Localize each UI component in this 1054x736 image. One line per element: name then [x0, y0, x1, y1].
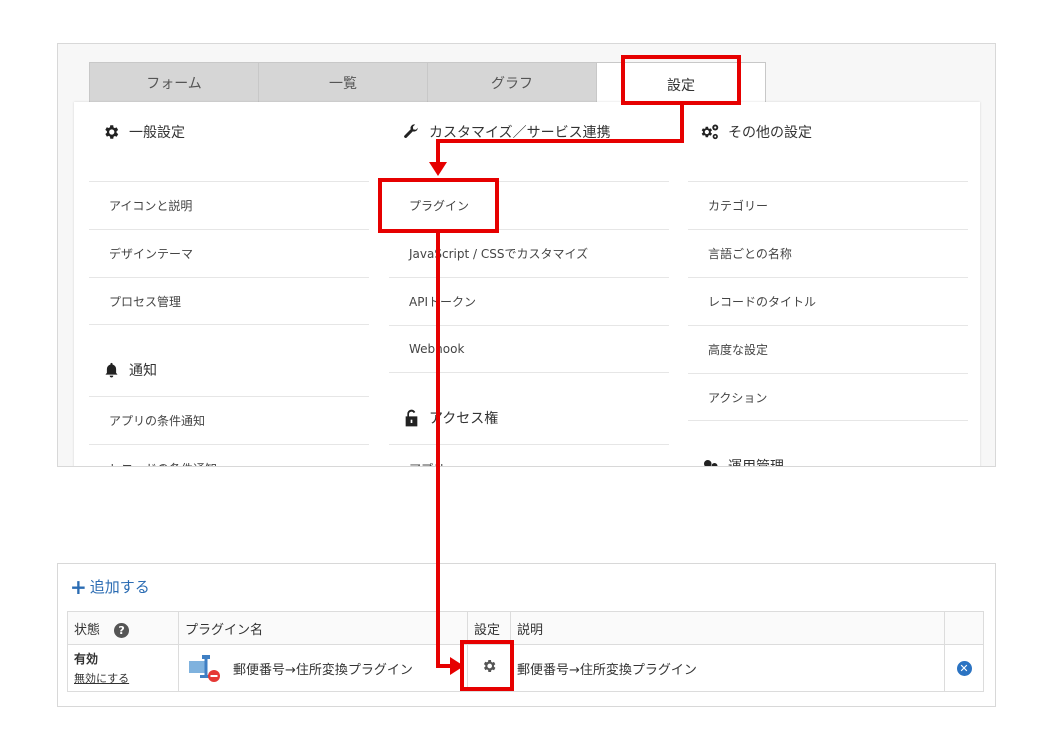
plugin-name-cell: 郵便番号→住所変換プラグイン — [178, 644, 468, 692]
help-icon[interactable]: ? — [114, 622, 130, 638]
plugin-table-header: 状態? プラグイン名 設定 説明 — [67, 611, 984, 645]
add-plugin-link[interactable]: + 追加する — [70, 576, 150, 597]
menu-js-css-customize[interactable]: JavaScript / CSSでカスタマイズ — [389, 229, 669, 277]
bell-icon — [101, 360, 121, 380]
header-plugin-name: プラグイン名 — [178, 611, 468, 645]
annotation-arrowhead-1 — [429, 162, 447, 176]
menu-advanced-settings[interactable]: 高度な設定 — [688, 325, 968, 373]
section-notify-label: 通知 — [129, 363, 157, 379]
disable-plugin-link[interactable]: 無効にする — [74, 670, 172, 686]
remove-plugin-icon[interactable]: ✕ — [956, 660, 972, 676]
section-customize-title: カスタマイズ／サービス連携 — [401, 109, 611, 155]
gear-icon — [101, 122, 121, 142]
plugin-icon — [189, 653, 223, 683]
header-description: 説明 — [510, 611, 945, 645]
menu-access-app[interactable]: アプリ — [389, 444, 669, 466]
annotation-line-1 — [680, 105, 684, 143]
wrench-icon — [401, 122, 421, 142]
plugin-name: 郵便番号→住所変換プラグイン — [233, 662, 413, 678]
section-notify-title: 通知 — [101, 347, 157, 393]
menu-process-management[interactable]: プロセス管理 — [89, 277, 369, 325]
menu-language-names[interactable]: 言語ごとの名称 — [688, 229, 968, 277]
add-plugin-label: 追加する — [89, 578, 150, 596]
plugin-remove-cell: ✕ — [944, 644, 984, 692]
header-status-label: 状態 — [74, 622, 101, 638]
highlight-settings-tab — [621, 55, 741, 105]
gears-icon — [700, 122, 720, 142]
section-other-label: その他の設定 — [728, 125, 812, 141]
section-access-title: アクセス権 — [401, 395, 498, 441]
section-general-title: 一般設定 — [101, 109, 185, 155]
annotation-line-2 — [436, 139, 684, 143]
ops-icon — [700, 456, 720, 466]
menu-webhook[interactable]: Webhook — [389, 325, 669, 373]
menu-api-token[interactable]: APIトークン — [389, 277, 669, 325]
menu-design-theme[interactable]: デザインテーマ — [89, 229, 369, 277]
plugin-description-cell: 郵便番号→住所変換プラグイン — [510, 644, 945, 692]
menu-record-title[interactable]: レコードのタイトル — [688, 277, 968, 325]
menu-icon-description[interactable]: アイコンと説明 — [89, 181, 369, 229]
tab-graph[interactable]: グラフ — [427, 62, 597, 104]
plus-icon: + — [70, 574, 87, 599]
table-row: 有効 無効にする 郵便番号→住所変換プラグイン 郵便番号→住所変換プラグイン ✕ — [67, 644, 984, 692]
settings-card: 一般設定 アイコンと説明 デザインテーマ プロセス管理 通知 アプリの条件通知 … — [74, 102, 980, 467]
header-status: 状態? — [67, 611, 179, 645]
section-ops-label: 運用管理 — [728, 459, 784, 467]
tab-form[interactable]: フォーム — [89, 62, 259, 104]
section-general-label: 一般設定 — [129, 125, 185, 141]
plugin-table: 状態? プラグイン名 設定 説明 有効 無効にする 郵便番号→住所変換プラグイン… — [67, 611, 984, 692]
plugin-status: 有効 — [74, 652, 99, 666]
menu-app-condition-notify[interactable]: アプリの条件通知 — [89, 396, 369, 444]
highlight-plugin-menu — [378, 178, 499, 233]
plugin-list-panel: + 追加する 状態? プラグイン名 設定 説明 有効 無効にする 郵便番号→住所… — [57, 563, 996, 707]
annotation-line-4 — [436, 233, 440, 666]
menu-record-condition-notify[interactable]: レコードの条件通知 — [89, 444, 369, 466]
header-remove — [944, 611, 984, 645]
lock-icon — [401, 408, 421, 428]
tab-list[interactable]: 一覧 — [258, 62, 428, 104]
app-settings-panel: フォーム 一覧 グラフ 設定 一般設定 アイコンと説明 デザインテーマ プロセス… — [57, 43, 996, 467]
section-ops-title: 運用管理 — [700, 443, 784, 467]
menu-category[interactable]: カテゴリー — [688, 181, 968, 229]
menu-action[interactable]: アクション — [688, 373, 968, 421]
plugin-status-cell: 有効 無効にする — [67, 644, 179, 692]
highlight-plugin-settings-button — [460, 640, 514, 691]
section-other-title: その他の設定 — [700, 109, 812, 155]
